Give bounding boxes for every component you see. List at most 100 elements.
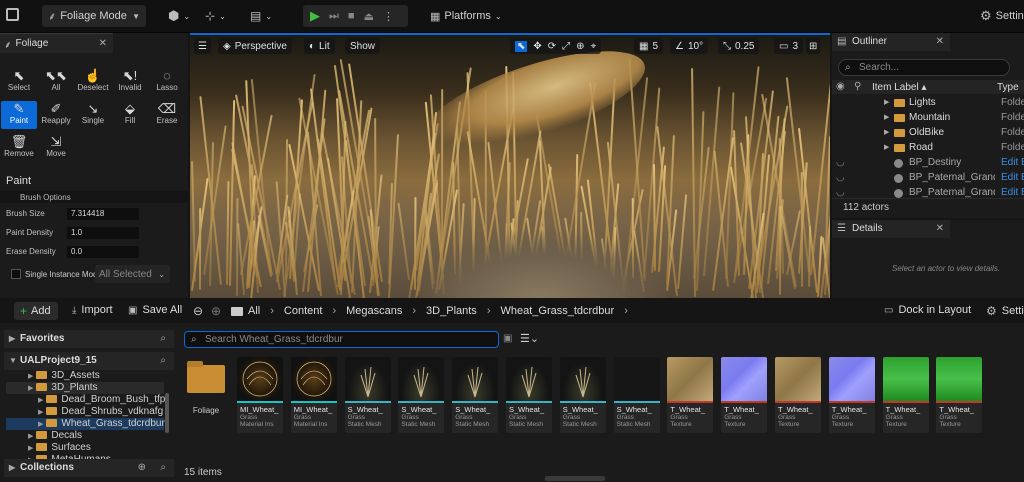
blueprint-button[interactable]: ⊹ ⌄ bbox=[205, 5, 226, 27]
add-actor-button[interactable]: ⬢ ⌄ bbox=[168, 5, 190, 27]
asset-tile[interactable]: MI_Wheat_ Grass Material Ins bbox=[237, 357, 283, 433]
erase-density-input[interactable]: 0.0 bbox=[67, 246, 139, 258]
mode-selector[interactable]: ⸙ Foliage Mode ▼ bbox=[42, 5, 146, 27]
chevron-right-icon[interactable]: ▶ bbox=[884, 141, 889, 155]
asset-tile[interactable]: S_Wheat_ Grass Static Mesh bbox=[613, 357, 660, 433]
single-instance-checkbox[interactable] bbox=[11, 269, 21, 279]
tool-single[interactable]: ↘ Single bbox=[75, 101, 111, 129]
chevron-right-icon[interactable]: ▶ bbox=[28, 445, 33, 452]
chevron-right-icon[interactable]: ▶ bbox=[28, 433, 33, 440]
viewport-menu-button[interactable]: ☰ bbox=[194, 38, 211, 54]
tool-fill[interactable]: ⬙ Fill bbox=[112, 101, 148, 129]
platforms-button[interactable]: ▦ Platforms ⌄ bbox=[430, 5, 502, 27]
tool-erase[interactable]: ⌫ Erase bbox=[149, 101, 185, 129]
foliage-tab[interactable]: ⸙ Foliage ✕ bbox=[0, 33, 113, 53]
search-icon[interactable]: ⌕ bbox=[160, 459, 166, 477]
outliner-row[interactable]: ◡ BP_Paternal_Grand Edit BP bbox=[832, 171, 1024, 185]
add-collection-icon[interactable]: ⊕ bbox=[138, 459, 146, 477]
chevron-right-icon[interactable]: › bbox=[624, 305, 628, 317]
tree-scrollbar[interactable] bbox=[165, 393, 169, 433]
tree-folder[interactable]: ▶ Dead_Shrubs_vdknafg bbox=[38, 406, 163, 418]
add-button[interactable]: + Add bbox=[14, 302, 58, 320]
breadcrumb-item[interactable]: 3D_Plants bbox=[426, 305, 477, 317]
step-icon[interactable]: ⏭ bbox=[329, 10, 339, 23]
item-label-header[interactable]: Item Label ▴ bbox=[872, 82, 927, 93]
outliner-row[interactable]: ▶ OldBike Folder bbox=[832, 126, 1024, 140]
import-button[interactable]: ⤓ Import bbox=[72, 304, 113, 316]
breadcrumb-item[interactable]: Wheat_Grass_tdcrdbur bbox=[500, 305, 614, 317]
collections-header[interactable]: ▶ Collections ⊕ ⌕ bbox=[4, 459, 174, 477]
details-tab[interactable]: ☰ Details ✕ bbox=[832, 220, 950, 238]
tree-folder[interactable]: ▶ 3D_Assets bbox=[28, 370, 100, 382]
visibility-icon[interactable]: ◡ bbox=[836, 171, 845, 185]
cinematics-button[interactable]: ▤ ⌄ bbox=[250, 5, 272, 27]
tool-paint[interactable]: ✎ Paint bbox=[1, 101, 37, 129]
foliage-folder[interactable]: Foliage bbox=[183, 357, 229, 433]
asset-tile[interactable]: S_Wheat_ Grass Static Mesh bbox=[344, 357, 391, 433]
save-search-icon[interactable]: ▣ bbox=[503, 333, 512, 344]
outliner-row-type[interactable]: Edit BP bbox=[1001, 171, 1024, 185]
tree-folder[interactable]: ▶ Surfaces bbox=[28, 442, 91, 454]
outliner-search-input[interactable]: ⌕ Search... bbox=[838, 59, 1010, 76]
brush-size-input[interactable]: 7.314418 bbox=[67, 208, 139, 220]
asset-tile[interactable]: T_Wheat_ Grass Texture bbox=[667, 357, 714, 433]
tool-lasso[interactable]: ◌ Lasso bbox=[149, 68, 185, 96]
close-icon[interactable]: ✕ bbox=[936, 220, 944, 238]
asset-tile[interactable]: MI_Wheat_ Grass Material Ins bbox=[290, 357, 337, 433]
asset-tile[interactable]: T_Wheat_ Grass Texture bbox=[775, 357, 821, 433]
chevron-right-icon[interactable]: ▶ bbox=[884, 126, 889, 140]
back-icon[interactable]: ⊖ bbox=[193, 304, 203, 318]
save-icon[interactable] bbox=[6, 8, 19, 21]
tool-reapply[interactable]: ✐ Reapply bbox=[38, 101, 74, 129]
scale-icon[interactable]: ⤢ bbox=[562, 41, 570, 52]
dock-in-layout-button[interactable]: ▭ Dock in Layout bbox=[884, 304, 971, 316]
select-mode-icon[interactable]: ⬉ bbox=[515, 40, 528, 52]
asset-scrollbar[interactable] bbox=[545, 476, 605, 481]
asset-tile[interactable]: T_Wheat_ Grass Texture bbox=[721, 357, 768, 433]
project-header[interactable]: ▼ UALProject9_15 ⌕ bbox=[4, 352, 174, 370]
asset-tile[interactable]: S_Wheat_ Grass Static Mesh bbox=[398, 357, 445, 433]
grid-snap-button[interactable]: ▦ 5 bbox=[634, 38, 664, 54]
all-selected-dropdown[interactable]: All Selected ⌄ bbox=[95, 265, 170, 283]
outliner-row[interactable]: ▶ Mountain Folder bbox=[832, 111, 1024, 125]
breadcrumb-item[interactable]: All bbox=[248, 305, 260, 317]
asset-tile[interactable]: S_Wheat_ Grass Static Mesh bbox=[506, 357, 552, 433]
chevron-right-icon[interactable]: ▶ bbox=[38, 409, 43, 416]
chevron-right-icon[interactable]: ▶ bbox=[38, 421, 43, 428]
tool-deselect[interactable]: ☝ Deselect bbox=[75, 68, 111, 96]
tree-folder[interactable]: ▶ Dead_Broom_Bush_tfp bbox=[38, 394, 165, 406]
asset-search-input[interactable]: ⌕ Search Wheat_Grass_tdcrdbur bbox=[184, 331, 499, 348]
eject-icon[interactable]: ⏏ bbox=[364, 10, 374, 23]
tool-move[interactable]: ⇲ Move bbox=[38, 134, 74, 162]
search-icon[interactable]: ⌕ bbox=[160, 352, 166, 370]
save-all-button[interactable]: ▣ Save All bbox=[128, 304, 182, 316]
tree-folder[interactable]: ▶ 3D_Plants bbox=[6, 382, 164, 394]
lit-button[interactable]: ◐ Lit bbox=[304, 38, 335, 54]
chevron-right-icon[interactable]: › bbox=[487, 305, 491, 317]
asset-tile[interactable]: T_Wheat_ Grass Texture bbox=[936, 357, 983, 433]
rotate-icon[interactable]: ⟳ bbox=[548, 41, 556, 52]
play-icon[interactable]: ▶ bbox=[310, 8, 320, 24]
tool-remove[interactable]: 🗑 Remove bbox=[1, 134, 37, 162]
settings-button[interactable]: ⚙ Settings bbox=[980, 5, 1024, 27]
chevron-right-icon[interactable]: ▶ bbox=[38, 397, 43, 404]
tool-select[interactable]: ⬉ Select bbox=[1, 68, 37, 96]
translate-icon[interactable]: ✥ bbox=[533, 41, 541, 52]
chevron-right-icon[interactable]: ▶ bbox=[884, 111, 889, 125]
favorites-header[interactable]: ▶ Favorites ⌕ bbox=[4, 330, 174, 348]
asset-tile[interactable]: T_Wheat_ Grass Texture bbox=[882, 357, 929, 433]
angle-snap-button[interactable]: ∠ 10° bbox=[670, 38, 709, 54]
asset-tile[interactable]: S_Wheat_ Grass Static Mesh bbox=[452, 357, 499, 433]
more-icon[interactable]: ⋮ bbox=[383, 10, 394, 23]
breadcrumb-item[interactable]: Megascans bbox=[346, 305, 402, 317]
show-button[interactable]: Show bbox=[345, 38, 381, 54]
tool-invalid[interactable]: ⬉! Invalid bbox=[112, 68, 148, 96]
tree-folder[interactable]: ▶ Wheat_Grass_tdcrdbur bbox=[6, 418, 165, 430]
type-header[interactable]: Type bbox=[997, 82, 1019, 93]
paint-density-input[interactable]: 1.0 bbox=[67, 227, 139, 239]
camera-speed-button[interactable]: ▭ 3 bbox=[774, 38, 804, 54]
outliner-row[interactable]: ▶ Lights Folder bbox=[832, 96, 1024, 110]
chevron-right-icon[interactable]: › bbox=[332, 305, 336, 317]
search-icon[interactable]: ⌕ bbox=[160, 330, 166, 348]
level-viewport[interactable]: ☰ ◈ Perspective ◐ Lit Show ⬉ ✥ ⟳ ⤢ ⊕ ⌖ ▦… bbox=[190, 33, 830, 298]
